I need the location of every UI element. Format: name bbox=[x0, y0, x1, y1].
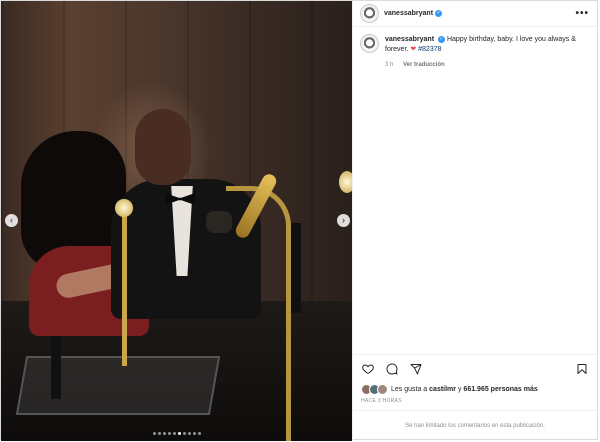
caption-body: vanessabryant ✓ Happy birthday, baby. I … bbox=[385, 35, 589, 70]
photo-lamp bbox=[122, 206, 127, 366]
likes-summary: Les gusta a castilmr y 661.965 personas … bbox=[353, 382, 597, 396]
photo-lamp-arm bbox=[226, 186, 291, 441]
username-link[interactable]: vanessabryant bbox=[384, 10, 433, 17]
post-dialog: ‹ › vanessabryant ✓ ••• vanessabryant ✓ … bbox=[0, 0, 598, 441]
likes-prefix: Les gusta a bbox=[391, 385, 428, 393]
caption: vanessabryant ✓ Happy birthday, baby. I … bbox=[353, 27, 597, 70]
caption-time: 3 h bbox=[385, 62, 394, 68]
photo-man bbox=[135, 109, 191, 185]
photo-display-case bbox=[15, 356, 221, 415]
verified-icon: ✓ bbox=[437, 35, 445, 43]
carousel-dot bbox=[172, 432, 176, 435]
photo-post bbox=[291, 223, 301, 313]
post-timestamp: HACE 3 HORAS bbox=[361, 398, 402, 404]
liker-avatar[interactable] bbox=[377, 383, 388, 395]
comments-limited-notice: Se han limitado los comentarios en esta … bbox=[353, 410, 597, 441]
caption-meta: 3 h Ver traducción bbox=[385, 60, 589, 70]
carousel-indicator bbox=[1, 432, 352, 435]
see-translation-link[interactable]: Ver traducción bbox=[403, 62, 445, 68]
carousel-dot bbox=[177, 432, 181, 435]
carousel-prev-button[interactable]: ‹ bbox=[5, 214, 18, 227]
carousel-dot bbox=[192, 432, 196, 435]
post-sidebar: vanessabryant ✓ ••• vanessabryant ✓ Happ… bbox=[352, 1, 597, 441]
bookmark-icon[interactable] bbox=[575, 362, 589, 376]
caption-username-link[interactable]: vanessabryant bbox=[385, 36, 434, 43]
photo-lamp-light bbox=[115, 199, 133, 217]
liker-username-link[interactable]: castilmr bbox=[429, 386, 456, 393]
avatar[interactable] bbox=[361, 35, 378, 52]
hashtag-link[interactable]: #82378 bbox=[418, 46, 441, 53]
action-bar bbox=[353, 354, 597, 382]
carousel-dot bbox=[157, 432, 161, 435]
carousel-dot bbox=[197, 432, 201, 435]
heart-icon[interactable] bbox=[361, 362, 375, 376]
avatar[interactable] bbox=[361, 5, 378, 22]
verified-icon: ✓ bbox=[435, 10, 443, 17]
post-photo[interactable]: ‹ › bbox=[1, 1, 352, 441]
carousel-dot bbox=[162, 432, 166, 435]
carousel-dot bbox=[167, 432, 171, 435]
share-icon[interactable] bbox=[409, 362, 423, 376]
carousel-next-button[interactable]: › bbox=[337, 214, 350, 227]
carousel-dot bbox=[152, 432, 156, 435]
photo-lamp-head bbox=[206, 211, 232, 233]
post-header: vanessabryant ✓ ••• bbox=[353, 1, 597, 27]
likes-count-link[interactable]: 661.965 personas más bbox=[463, 386, 537, 393]
carousel-dot bbox=[182, 432, 186, 435]
photo-lamp-light bbox=[339, 171, 352, 193]
comment-icon[interactable] bbox=[385, 362, 399, 376]
likes-connector: y bbox=[457, 385, 462, 393]
heart-emoji: ❤ bbox=[410, 46, 417, 53]
more-options-button[interactable]: ••• bbox=[575, 8, 589, 19]
carousel-dot bbox=[187, 432, 191, 435]
likes-text: Les gusta a castilmr y 661.965 personas … bbox=[391, 386, 538, 393]
